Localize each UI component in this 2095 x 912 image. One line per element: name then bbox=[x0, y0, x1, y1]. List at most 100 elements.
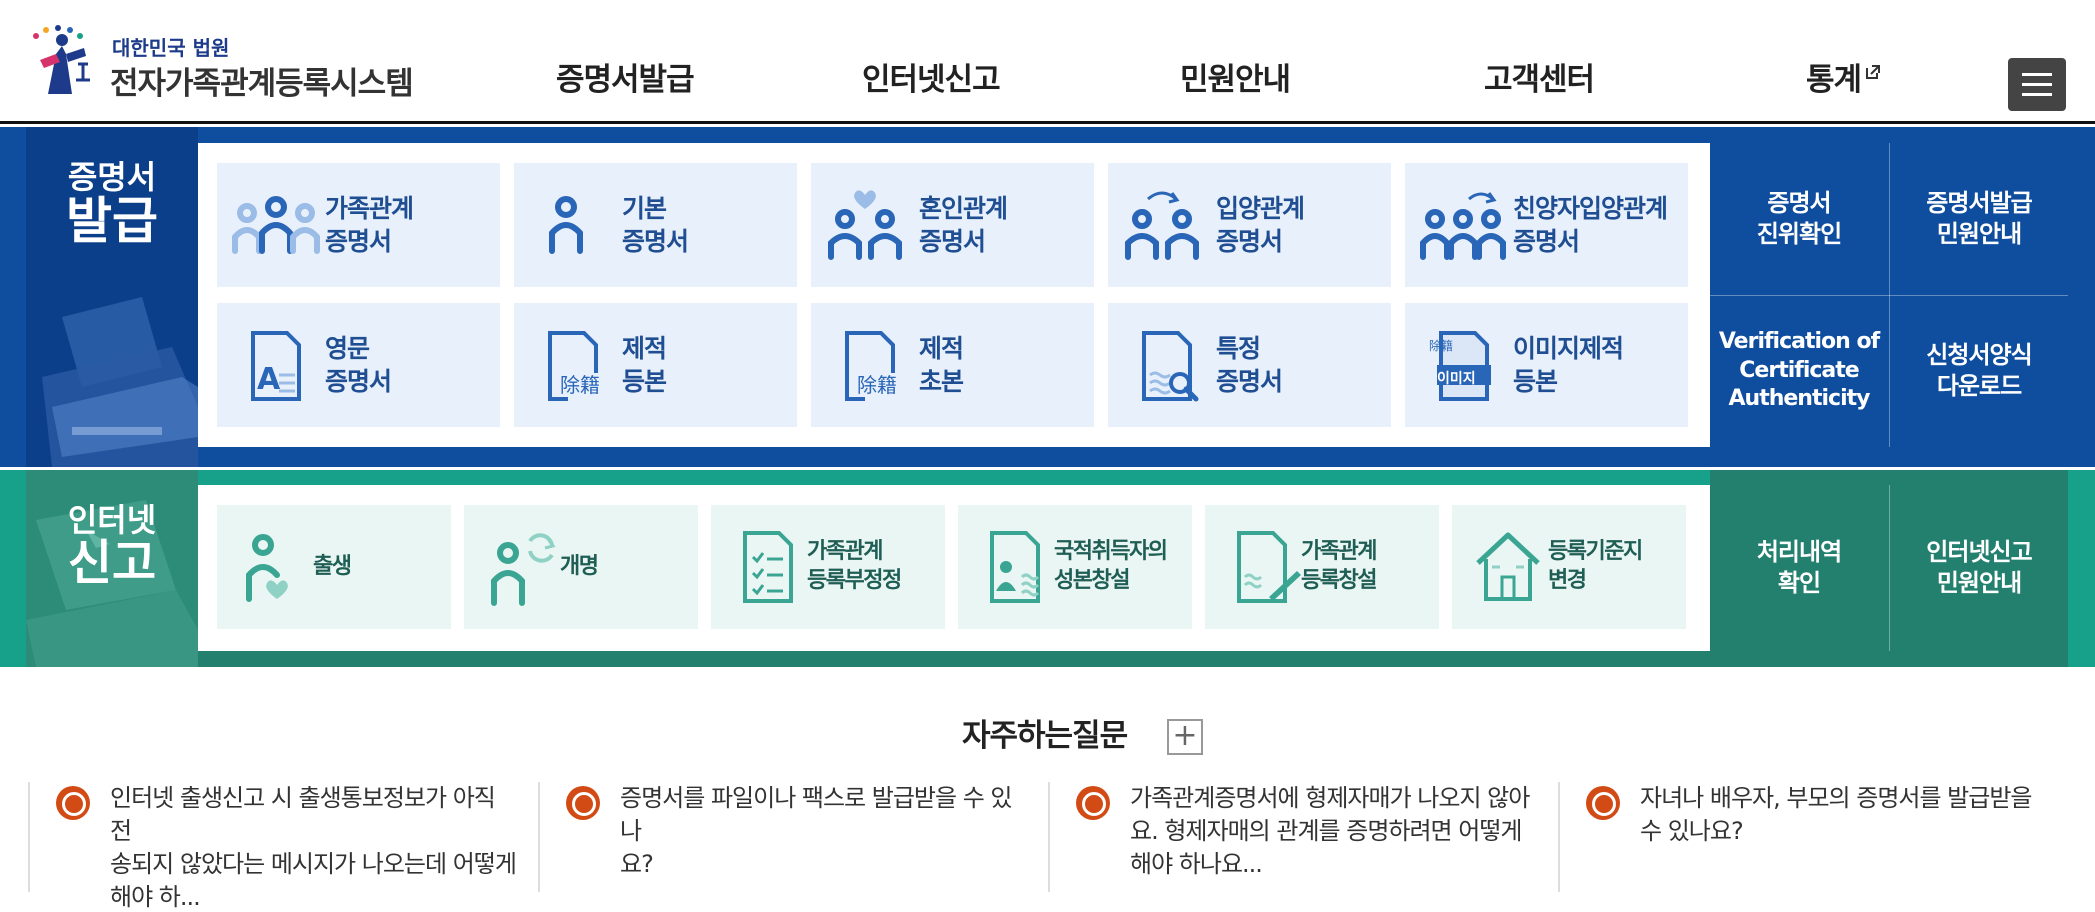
tile-label-line1: 제적 bbox=[919, 334, 964, 363]
tile-label-line1: 입양관계 bbox=[1216, 194, 1305, 223]
application-form-download-link[interactable]: 신청서양식 다운로드 bbox=[1890, 295, 2068, 447]
register-correction-icon bbox=[743, 531, 793, 603]
tile-name-change-report[interactable]: 개명 bbox=[464, 505, 698, 629]
panel-shadow bbox=[198, 651, 1710, 667]
tile-label-line1: 혼인관계 bbox=[919, 194, 1008, 223]
tile-label-line1: 등록기준지 bbox=[1548, 539, 1643, 565]
tile-family-relation-certificate[interactable]: 가족관계증명서 bbox=[217, 163, 500, 287]
tile-english-certificate[interactable]: A 영문 증명서 bbox=[217, 303, 500, 427]
english-document-icon: A bbox=[251, 331, 301, 401]
external-link-icon bbox=[1866, 65, 1881, 79]
site-logo[interactable]: 대한민국 법원 전자가족관계등록시스템 bbox=[26, 24, 414, 104]
marriage-icon bbox=[828, 190, 902, 260]
tile-label-line2: 등록부정정 bbox=[807, 568, 902, 593]
internet-report-guide-link[interactable]: 인터넷신고 민원안내 bbox=[1890, 485, 2068, 651]
tile-register-correction-report[interactable]: 가족관계 등록부정정 bbox=[711, 505, 945, 629]
faq-item[interactable]: 증명서를 파일이나 팩스로 발급받을 수 있나 요? bbox=[538, 782, 1048, 892]
printer-icon bbox=[42, 297, 198, 467]
tile-removed-register-copy[interactable]: 除籍 제적등본 bbox=[514, 303, 797, 427]
tile-specific-certificate[interactable]: 특정증명서 bbox=[1108, 303, 1391, 427]
adoption-icon bbox=[1125, 191, 1199, 260]
tile-nationality-surname-creation-report[interactable]: 국적취득자의성본창설 bbox=[958, 505, 1192, 629]
nav-civil-guide[interactable]: 민원안내 bbox=[1180, 54, 1291, 98]
tile-label-line2: 초본 bbox=[919, 366, 964, 396]
certificate-quick-links: 증명서 진위확인 증명서발급 민원안내 Verification of Certifi… bbox=[1710, 143, 2068, 447]
full-adoption-icon bbox=[1420, 192, 1506, 260]
faq-text-line1: 가족관계증명서에 형제자매가 나오지 않아 bbox=[1130, 784, 1530, 812]
faq-text-line3: 해야 하나요... bbox=[1130, 850, 1263, 879]
faq-item[interactable]: 인터넷 출생신고 시 출생통보정보가 아직 전 송되지 않았다는 메시지가 나오는… bbox=[28, 782, 538, 911]
tile-image-removed-register-copy[interactable]: 除籍 이미지 이미지제적 등본 bbox=[1405, 303, 1688, 427]
certificate-issue-guide-link[interactable]: 증명서발급 민원안내 bbox=[1890, 143, 2068, 295]
question-icon bbox=[566, 786, 600, 820]
process-history-check-link[interactable]: 처리내역 확인 bbox=[1710, 485, 1888, 651]
person-icon bbox=[549, 196, 583, 254]
removed-register-stamp: 除籍 bbox=[560, 373, 600, 397]
rename-icon bbox=[491, 533, 556, 606]
tile-label-line2: 등본 bbox=[1513, 366, 1558, 396]
question-icon bbox=[1076, 786, 1110, 820]
logo-title: 전자가족관계등록시스템 bbox=[110, 66, 414, 102]
hamburger-menu-button[interactable] bbox=[2008, 58, 2066, 111]
tile-register-creation-report[interactable]: 가족관계등록창설 bbox=[1205, 505, 1439, 629]
certificate-section-label: 증명서 발급 bbox=[26, 127, 198, 467]
tile-label-line1: 기본 bbox=[622, 194, 667, 223]
menu-bar-icon bbox=[2022, 73, 2052, 76]
faq-item[interactable]: 자녀나 배우자, 부모의 증명서를 발급받을 수 있나요? bbox=[1558, 782, 2068, 892]
tile-label-line1: 가족관계 bbox=[1301, 539, 1377, 565]
menu-bar-icon bbox=[2022, 93, 2052, 96]
logo-subtitle: 대한민국 법원 bbox=[112, 36, 230, 60]
tile-label-line2: 증명서 bbox=[1216, 366, 1283, 396]
tile-basic-certificate[interactable]: 기본 증명서 bbox=[514, 163, 797, 287]
faq-text-line2: 요. 형제자매의 관계를 증명하려면 어떻게 bbox=[1130, 817, 1523, 846]
tile-full-adoption-relation-certificate[interactable]: 친양자입양관계 증명서 bbox=[1405, 163, 1688, 287]
certificate-tiles-panel: 가족관계 증명서 기본 증명서 혼인관계 증명서 입양관계 증명서 친양자입양관… bbox=[198, 143, 1710, 447]
register-creation-icon bbox=[1237, 531, 1301, 603]
court-emblem-icon bbox=[33, 25, 90, 94]
tile-label-line1: 가족관계 bbox=[325, 194, 414, 223]
faq-more-button[interactable]: + bbox=[1167, 719, 1203, 755]
faq-text-line2: 수 있나요? bbox=[1640, 817, 1744, 846]
tile-label-line2: 증명서 bbox=[325, 226, 392, 256]
image-register-stamp: 除籍 bbox=[1429, 339, 1454, 353]
verification-of-certificate-authenticity-link[interactable]: Verification of Certificate Authenticity bbox=[1710, 295, 1888, 447]
tile-label-line2: 증명서 bbox=[919, 226, 986, 256]
nav-statistics[interactable]: 통계 bbox=[1806, 54, 1881, 98]
tile-label-line1: 특정 bbox=[1216, 334, 1261, 363]
faq-title: 자주하는질문 bbox=[962, 718, 1128, 754]
tile-label-line1: 제적 bbox=[622, 334, 667, 363]
tile-adoption-relation-certificate[interactable]: 입양관계증명서 bbox=[1108, 163, 1391, 287]
faq-text-line2: 송되지 않았다는 메시지가 나오는데 어떻게 bbox=[110, 850, 517, 879]
faq-item[interactable]: 가족관계증명서에 형제자매가 나오지 않아요. 형제자매의 관계를 증명하려면 … bbox=[1048, 782, 1558, 892]
tile-label: 개명 bbox=[560, 553, 599, 579]
nav-certificate-issue[interactable]: 증명서발급 bbox=[556, 54, 695, 98]
tile-label-line2: 등본 bbox=[622, 366, 667, 396]
tile-label-line2: 증명서 bbox=[1216, 226, 1283, 256]
tile-label-line1: 국적취득자의 bbox=[1054, 539, 1168, 565]
tile-birth-report[interactable]: 출생 bbox=[217, 505, 451, 629]
tile-label-line2: 성본창설 bbox=[1054, 568, 1130, 593]
removed-register-stamp: 除籍 bbox=[857, 373, 897, 397]
faq-text-line1: 자녀나 배우자, 부모의 증명서를 발급받을 bbox=[1640, 784, 2033, 812]
tile-registration-base-change-report[interactable]: 등록기준지 변경 bbox=[1452, 505, 1686, 629]
tile-label: 출생 bbox=[313, 553, 352, 579]
faq-text-line3: 해야 하... bbox=[110, 883, 201, 912]
tile-marriage-relation-certificate[interactable]: 혼인관계증명서 bbox=[811, 163, 1094, 287]
section-label-line1: 인터넷 bbox=[67, 501, 157, 539]
tile-removed-register-abstract[interactable]: 除籍 제적초본 bbox=[811, 303, 1094, 427]
menu-bar-icon bbox=[2022, 83, 2052, 86]
home-change-icon bbox=[1476, 532, 1540, 601]
site-header: 대한민국 법원 전자가족관계등록시스템 증명서발급 인터넷신고 민원안내 고객센… bbox=[0, 0, 2095, 124]
nav-customer-center[interactable]: 고객센터 bbox=[1484, 54, 1595, 98]
internet-report-tiles-panel: 출생 개명 가족관계 등록부정정 국적취득자의 성본창설 가족관계 등록창설 등… bbox=[198, 485, 1710, 651]
tile-label-line2: 증명서 bbox=[1513, 226, 1580, 256]
nav-internet-report[interactable]: 인터넷신고 bbox=[862, 54, 1001, 98]
image-tag: 이미지 bbox=[1437, 371, 1476, 387]
nationality-surname-icon bbox=[990, 531, 1040, 603]
certificate-authenticity-check-link[interactable]: 증명서 진위확인 bbox=[1710, 143, 1888, 295]
birth-icon bbox=[246, 534, 288, 602]
tile-label-line2: 등록창설 bbox=[1301, 568, 1377, 593]
section-label-line2: 신고 bbox=[67, 534, 157, 591]
tile-label-line1: 영문 bbox=[325, 334, 370, 363]
family-icon bbox=[232, 196, 320, 254]
